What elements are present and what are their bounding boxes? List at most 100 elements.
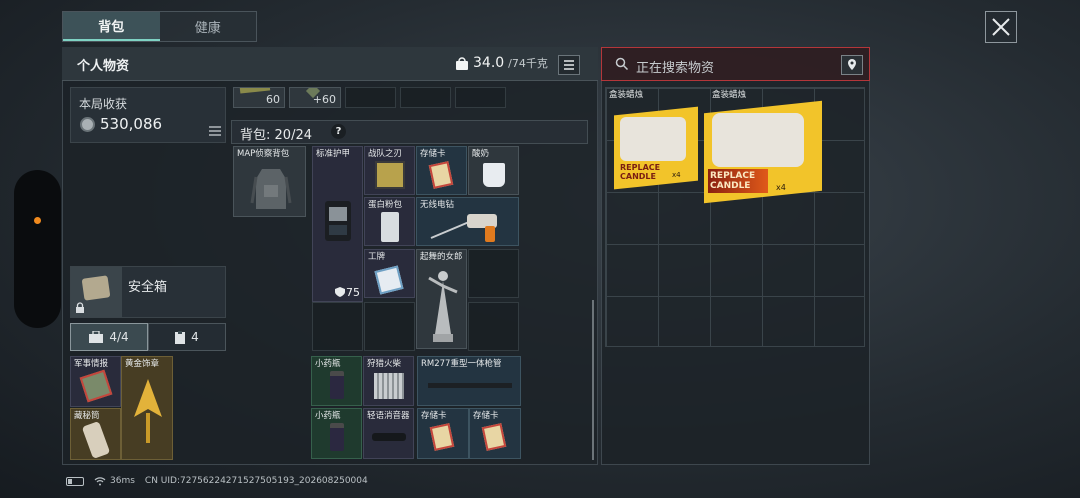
item-label: 存储卡 — [473, 411, 499, 421]
item-storage-card[interactable]: 存储卡 — [416, 146, 467, 195]
protein-pack-icon — [381, 212, 399, 242]
battery-icon — [66, 476, 84, 486]
memory-card-icon — [429, 423, 455, 451]
safe-tab-count: 4/4 — [109, 330, 129, 344]
empty-slot[interactable] — [468, 302, 519, 351]
empty-slot[interactable] — [400, 87, 451, 108]
safe-tabs: 4/4 4 — [70, 323, 226, 351]
item-label: 盒装蜡烛 — [609, 90, 644, 100]
item-med-vial[interactable]: 小药瓶 — [311, 356, 362, 406]
item-storage-card[interactable]: 存储卡 — [417, 408, 469, 459]
item-armor[interactable]: 标准护甲 75 — [312, 146, 363, 302]
empty-slot[interactable] — [312, 302, 363, 351]
item-matches[interactable]: 狩猎火柴 — [363, 356, 414, 406]
item-silencer[interactable]: 轻语消音器 — [363, 408, 414, 459]
barrel-icon — [428, 383, 512, 388]
item-protein[interactable]: 蛋白粉包 — [364, 197, 415, 246]
tube-icon — [81, 420, 111, 459]
armor-durability: 75 — [346, 286, 360, 299]
empty-slot[interactable] — [455, 87, 506, 108]
tab-health[interactable]: 健康 — [159, 12, 256, 41]
item-label: 轻语消音器 — [367, 411, 410, 421]
clipboard-icon — [175, 330, 186, 344]
briefcase-icon — [89, 331, 104, 343]
item-label: 盒装蜡烛 — [712, 90, 747, 100]
tab-backpack[interactable]: 背包 — [63, 12, 160, 41]
gold-emblem-icon — [134, 379, 162, 443]
item-label: 酸奶 — [472, 149, 490, 159]
earnings-label: 本局收获 — [79, 97, 128, 111]
weight-display: 34.0/74千克 — [455, 55, 548, 71]
memory-card-icon — [481, 423, 507, 451]
ammo-count: +60 — [312, 93, 336, 106]
uid-text: CN UID:72756224271527505193_202608250004 — [144, 476, 368, 486]
bag-name: MAP侦察背包 — [237, 149, 290, 159]
item-label: 小药瓶 — [315, 411, 341, 421]
backpack-count: 20/24 — [274, 128, 312, 143]
matches-icon — [374, 373, 404, 399]
item-med-vial[interactable]: 小药瓶 — [311, 408, 362, 459]
item-label: 起舞的女郎 — [420, 252, 463, 262]
safe-box-label: 安全箱 — [128, 280, 168, 295]
comic-icon — [375, 161, 405, 189]
item-yogurt[interactable]: 酸奶 — [468, 146, 519, 195]
scrollbar[interactable] — [592, 300, 594, 460]
item-dancer[interactable]: 起舞的女郎 — [416, 249, 467, 349]
safe-item-intel[interactable]: 军事情报 — [70, 356, 121, 407]
empty-slot[interactable] — [364, 302, 415, 351]
item-label: 存储卡 — [420, 149, 446, 159]
statue-icon — [428, 271, 458, 342]
id-badge-icon — [374, 265, 404, 295]
ammo-slot[interactable]: +60 — [289, 87, 341, 108]
location-pin-icon — [848, 59, 856, 70]
item-label: 小药瓶 — [315, 359, 341, 369]
item-label: 蛋白粉包 — [368, 200, 403, 210]
earnings-value: 530,086 — [100, 115, 163, 133]
shield-icon — [335, 287, 345, 297]
list-icon — [564, 60, 574, 70]
item-label: 战队之刃 — [368, 149, 403, 159]
status-footer: 36ms CN UID:72756224271527505193_2026082… — [66, 476, 368, 486]
drill-icon — [430, 214, 497, 242]
weight-current: 34.0 — [473, 55, 505, 71]
search-icon — [615, 57, 629, 71]
silencer-icon — [372, 433, 406, 441]
ammo-slot[interactable]: 60 — [233, 87, 285, 108]
memory-card-icon — [428, 161, 454, 189]
safe-item-gold-emblem[interactable]: 黄金饰章 — [121, 356, 173, 460]
vial-icon — [330, 371, 344, 399]
safe-tab-case[interactable]: 4/4 — [70, 323, 148, 351]
search-status: 正在搜索物资 — [636, 61, 715, 76]
empty-slot[interactable] — [468, 249, 519, 298]
item-barrel[interactable]: RM277重型一体枪管 — [417, 356, 521, 406]
list-icon[interactable] — [209, 126, 221, 136]
vial-icon — [330, 423, 344, 451]
ammo-count: 60 — [266, 93, 280, 106]
sort-button[interactable] — [558, 55, 580, 75]
item-label: 黄金饰章 — [125, 359, 160, 369]
location-button[interactable] — [841, 55, 863, 75]
item-label: 存储卡 — [421, 411, 447, 421]
safe-case-icon — [81, 275, 111, 301]
backpack-item[interactable]: MAP侦察背包 — [233, 146, 306, 217]
safe-tab-pocket[interactable]: 4 — [148, 323, 226, 351]
weight-icon — [456, 57, 468, 70]
item-storage-card[interactable]: 存储卡 — [469, 408, 521, 459]
safe-box-slot[interactable] — [71, 267, 122, 317]
item-label: RM277重型一体枪管 — [421, 359, 502, 369]
side-handle[interactable] — [14, 170, 61, 328]
panel-title: 个人物资 — [77, 59, 130, 74]
close-button[interactable] — [985, 11, 1017, 43]
candle-box-icon: REPLACE CANDLE x4 — [614, 101, 714, 199]
close-icon — [992, 18, 1010, 36]
help-icon[interactable]: ? — [331, 124, 346, 139]
armor-vest-icon — [325, 201, 351, 241]
top-tabs: 背包 健康 — [62, 11, 257, 42]
item-label: 工牌 — [368, 252, 386, 262]
safe-tab-count: 4 — [191, 330, 199, 344]
item-blade[interactable]: 战队之刃 — [364, 146, 415, 195]
item-badge[interactable]: 工牌 — [364, 249, 415, 298]
safe-item-secret-tube[interactable]: 藏秘筒 — [70, 408, 121, 460]
item-drill[interactable]: 无线电钻 — [416, 197, 519, 246]
empty-slot[interactable] — [345, 87, 396, 108]
